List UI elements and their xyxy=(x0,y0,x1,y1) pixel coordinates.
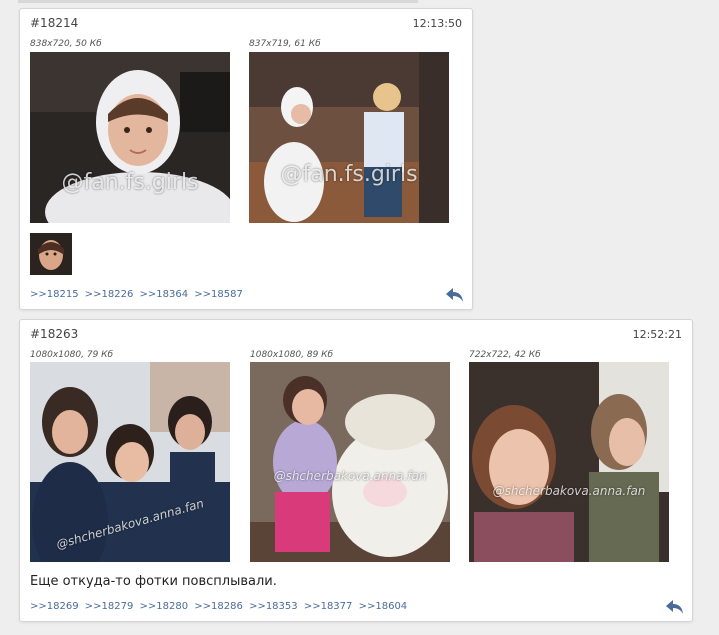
image-thumbnail[interactable]: @shcherbakova.anna.fan xyxy=(30,362,230,562)
reply-link[interactable]: >>18364 xyxy=(140,289,189,300)
image-thumbnail[interactable]: @shcherbakova.anna.fan xyxy=(469,362,669,562)
watermark-text: @fan.fs.girls xyxy=(61,170,199,195)
file-info: 1080x1080, 79 Кб xyxy=(30,350,114,360)
image-thumbnail[interactable]: @fan.fs.girls xyxy=(249,52,449,223)
file-info: 1080x1080, 89 Кб xyxy=(250,350,334,360)
reply-arrow-icon[interactable] xyxy=(445,287,465,303)
watermark-text: @shcherbakova.anna.fan xyxy=(492,484,646,498)
reply-link[interactable]: >>18279 xyxy=(85,601,134,612)
reply-link[interactable]: >>18269 xyxy=(30,601,79,612)
reply-links: >>18215 >>18226 >>18364 >>18587 xyxy=(30,289,246,300)
reply-link[interactable]: >>18587 xyxy=(194,289,243,300)
reply-arrow-icon[interactable] xyxy=(665,599,685,615)
post-number[interactable]: #18214 xyxy=(30,16,78,30)
post-time: 12:13:50 xyxy=(412,17,462,30)
post-number[interactable]: #18263 xyxy=(30,327,78,341)
reply-link[interactable]: >>18286 xyxy=(194,601,243,612)
image-thumbnail[interactable]: @fan.fs.girls xyxy=(30,52,230,223)
reply-link[interactable]: >>18353 xyxy=(249,601,298,612)
reply-link[interactable]: >>18215 xyxy=(30,289,79,300)
reply-links: >>18269 >>18279 >>18280 >>18286 >>18353 … xyxy=(30,601,410,612)
file-info: 722x722, 42 Кб xyxy=(469,350,541,360)
reply-link[interactable]: >>18604 xyxy=(359,601,408,612)
watermark-text: @shcherbakova.anna.fan xyxy=(273,469,427,483)
post-message: Еще откуда-то фотки повсплывали. xyxy=(30,574,277,589)
file-info: 837x719, 61 Кб xyxy=(249,39,321,49)
reply-link[interactable]: >>18226 xyxy=(85,289,134,300)
post-18263: #18263 12:52:21 1080x1080, 79 Кб @shcher… xyxy=(19,319,693,622)
post-time: 12:52:21 xyxy=(632,328,682,341)
watermark-text: @fan.fs.girls xyxy=(280,162,418,187)
reply-link[interactable]: >>18377 xyxy=(304,601,353,612)
post-18214: #18214 12:13:50 838x720, 50 Кб @fan.fs.g… xyxy=(19,8,473,310)
image-thumbnail[interactable]: @shcherbakova.anna.fan xyxy=(250,362,450,562)
previous-post-edge xyxy=(18,0,418,3)
reply-link[interactable]: >>18280 xyxy=(140,601,189,612)
poster-avatar[interactable] xyxy=(30,233,72,275)
file-info: 838x720, 50 Кб xyxy=(30,39,102,49)
